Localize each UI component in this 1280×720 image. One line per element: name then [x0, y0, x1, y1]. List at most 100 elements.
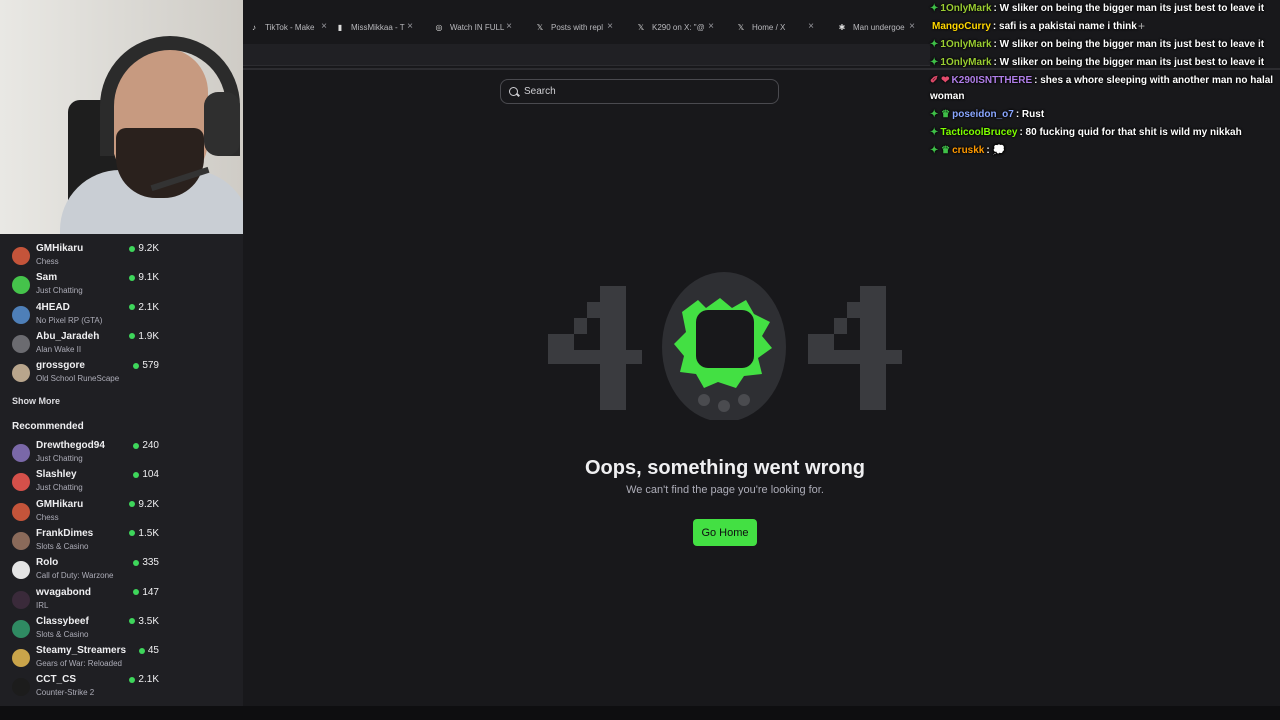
- error-title: Oops, something went wrong: [585, 457, 865, 479]
- chat-message: ✦ 1OnlyMark: W sliker on being the bigger…: [930, 55, 1275, 71]
- viewer-count-value: 2.1K: [138, 674, 159, 686]
- channel-avatar: [12, 649, 30, 668]
- viewer-count: 9.2K: [129, 499, 159, 510]
- viewer-count-value: 579: [142, 360, 159, 372]
- browser-tab[interactable]: ◎ Watch IN FULL ×: [434, 18, 513, 36]
- channel-avatar: [12, 531, 30, 550]
- viewer-count-value: 104: [142, 469, 159, 481]
- chat-username[interactable]: TacticoolBrucey: [940, 127, 1017, 138]
- chat-username[interactable]: 1OnlyMark: [940, 39, 991, 50]
- channel-category: Just Chatting: [36, 454, 83, 463]
- live-indicator-icon: [129, 501, 136, 508]
- close-tab-icon[interactable]: ×: [808, 21, 814, 32]
- sidebar-channel[interactable]: wvagabond IRL 147: [12, 587, 162, 615]
- viewer-count-value: 147: [142, 586, 159, 598]
- address-bar[interactable]: [243, 44, 930, 66]
- chat-badge-icon: ✦: [930, 3, 939, 14]
- sidebar-channel[interactable]: FrankDimes Slots & Casino 1.5K: [12, 528, 162, 556]
- viewer-count-value: 9.2K: [138, 243, 159, 254]
- go-home-button[interactable]: Go Home: [693, 519, 757, 546]
- sidebar-channel[interactable]: Rolo Call of Duty: Warzone 335: [12, 557, 162, 585]
- close-tab-icon[interactable]: ×: [407, 21, 413, 32]
- viewer-count-value: 1.9K: [138, 330, 159, 342]
- channel-category: No Pixel RP (GTA): [36, 315, 103, 325]
- sidebar-channel[interactable]: Abu_Jaradeh Alan Wake II 1.9K: [12, 331, 162, 359]
- viewer-count: 104: [133, 469, 159, 480]
- sidebar-channel[interactable]: Slashley Just Chatting 104: [12, 469, 162, 497]
- browser-tab[interactable]: ♪ TikTok - Make ×: [249, 18, 327, 36]
- search-input[interactable]: [524, 86, 764, 97]
- chat-text: : W sliker on being the bigger man its j…: [993, 39, 1265, 50]
- sidebar-channel[interactable]: GMHikaru Chess 9.2K: [12, 243, 162, 271]
- live-indicator-icon: [138, 647, 145, 654]
- channel-avatar: [12, 678, 30, 697]
- sidebar-channel[interactable]: Classybeef Slots & Casino 3.5K: [12, 616, 162, 644]
- sidebar-channel[interactable]: grossgore Old School RuneScape 579: [12, 360, 162, 388]
- chat-text: : safi is a pakistai name i think: [992, 21, 1137, 32]
- live-indicator-icon: [129, 676, 136, 683]
- sidebar-channel[interactable]: Drewthegod94 Just Chatting 240: [12, 440, 162, 468]
- sidebar-channel[interactable]: Sam Just Chatting 9.1K: [12, 272, 162, 300]
- viewer-count-value: 9.2K: [138, 498, 159, 510]
- channel-avatar: [12, 561, 30, 580]
- close-tab-icon[interactable]: ×: [506, 21, 512, 32]
- twitch-icon: ▮: [337, 22, 343, 32]
- chat-badge-icon: ✦: [930, 127, 939, 138]
- chat-badge-icon: ✐ ❤: [930, 75, 950, 86]
- tamagotchi-egg: [662, 272, 786, 420]
- channel-avatar: [12, 444, 30, 462]
- sidebar-channel[interactable]: GMHikaru Chess 9.2K: [12, 499, 162, 527]
- close-tab-icon[interactable]: ×: [909, 21, 915, 32]
- chat-message: ✦ TacticoolBrucey: 80 fucking quid for th…: [930, 125, 1275, 141]
- chat-message: ✦ ♛ cruskk: 💭: [930, 143, 1275, 159]
- chat-username[interactable]: 1OnlyMark: [940, 3, 991, 14]
- chat-text: : W sliker on being the bigger man its j…: [993, 3, 1265, 14]
- sidebar-channel[interactable]: 4HEAD No Pixel RP (GTA) 2.1K: [12, 302, 162, 330]
- viewer-count: 147: [133, 587, 159, 598]
- channel-avatar: [12, 473, 30, 492]
- headset-earcup: [204, 92, 240, 156]
- chat-username[interactable]: poseidon_o7: [952, 109, 1014, 120]
- channel-avatar: [12, 619, 30, 638]
- viewer-count-value: 1.5K: [138, 527, 159, 539]
- chat-username[interactable]: MangoCurry: [932, 21, 991, 32]
- chat-username[interactable]: K290ISNTTHERE: [952, 75, 1033, 86]
- chat-badge-icon: ✦ ♛: [930, 109, 951, 120]
- chat-username[interactable]: cruskk: [952, 145, 984, 156]
- chat-overlay: ✦ 1OnlyMark: W sliker on being the bigger…: [930, 0, 1275, 170]
- chat-username[interactable]: 1OnlyMark: [940, 57, 991, 68]
- browser-tab[interactable]: ▮ MissMikkaa - T ×: [335, 18, 413, 36]
- x-icon: 𝕏: [637, 22, 645, 32]
- search-box[interactable]: [500, 79, 779, 104]
- channel-category: Just Chatting: [36, 286, 83, 296]
- close-tab-icon[interactable]: ×: [708, 21, 714, 32]
- show-more-link[interactable]: Show More: [12, 396, 60, 406]
- channel-name: CCT_CS: [36, 674, 77, 686]
- chat-text: : 80 fucking quid for that shit is wild …: [1019, 127, 1242, 138]
- channel-avatar: [12, 590, 30, 609]
- pixel-four-right: [808, 286, 902, 410]
- close-tab-icon[interactable]: ×: [321, 21, 327, 32]
- channel-name: Steamy_Streamers: [36, 645, 127, 657]
- close-tab-icon[interactable]: ×: [607, 21, 613, 32]
- channel-avatar: [12, 364, 30, 383]
- browser-tab[interactable]: 𝕏 K290 on X: "@ ×: [636, 18, 714, 36]
- sidebar-channel[interactable]: Steamy_Streamers Gears of War: Reloaded 45: [12, 645, 162, 673]
- chat-message: ✐ ❤ K290ISNTTHERE: shes a whore sleeping …: [930, 73, 1275, 105]
- browser-tab-label: Man undergoe: [853, 22, 905, 32]
- sidebar-channel[interactable]: CCT_CS Counter-Strike 2 2.1K: [12, 674, 162, 702]
- browser-tab[interactable]: 𝕏 Home / X ×: [736, 18, 814, 36]
- live-indicator-icon: [129, 530, 136, 537]
- live-indicator-icon: [129, 304, 136, 311]
- live-indicator-icon: [129, 618, 136, 625]
- live-indicator-icon: [133, 471, 140, 478]
- browser-tab[interactable]: ✱ Man undergoe ×: [837, 18, 915, 36]
- browser-tab[interactable]: 𝕏 Posts with repl ×: [535, 18, 613, 36]
- channel-name: 4HEAD: [36, 301, 70, 313]
- viewer-count-value: 335: [142, 557, 159, 569]
- x-icon: 𝕏: [536, 22, 544, 32]
- slack-icon: ✱: [838, 22, 846, 32]
- channel-avatar: [12, 305, 30, 324]
- recommended-heading: Recommended: [12, 421, 84, 432]
- channel-category: Old School RuneScape: [36, 374, 120, 384]
